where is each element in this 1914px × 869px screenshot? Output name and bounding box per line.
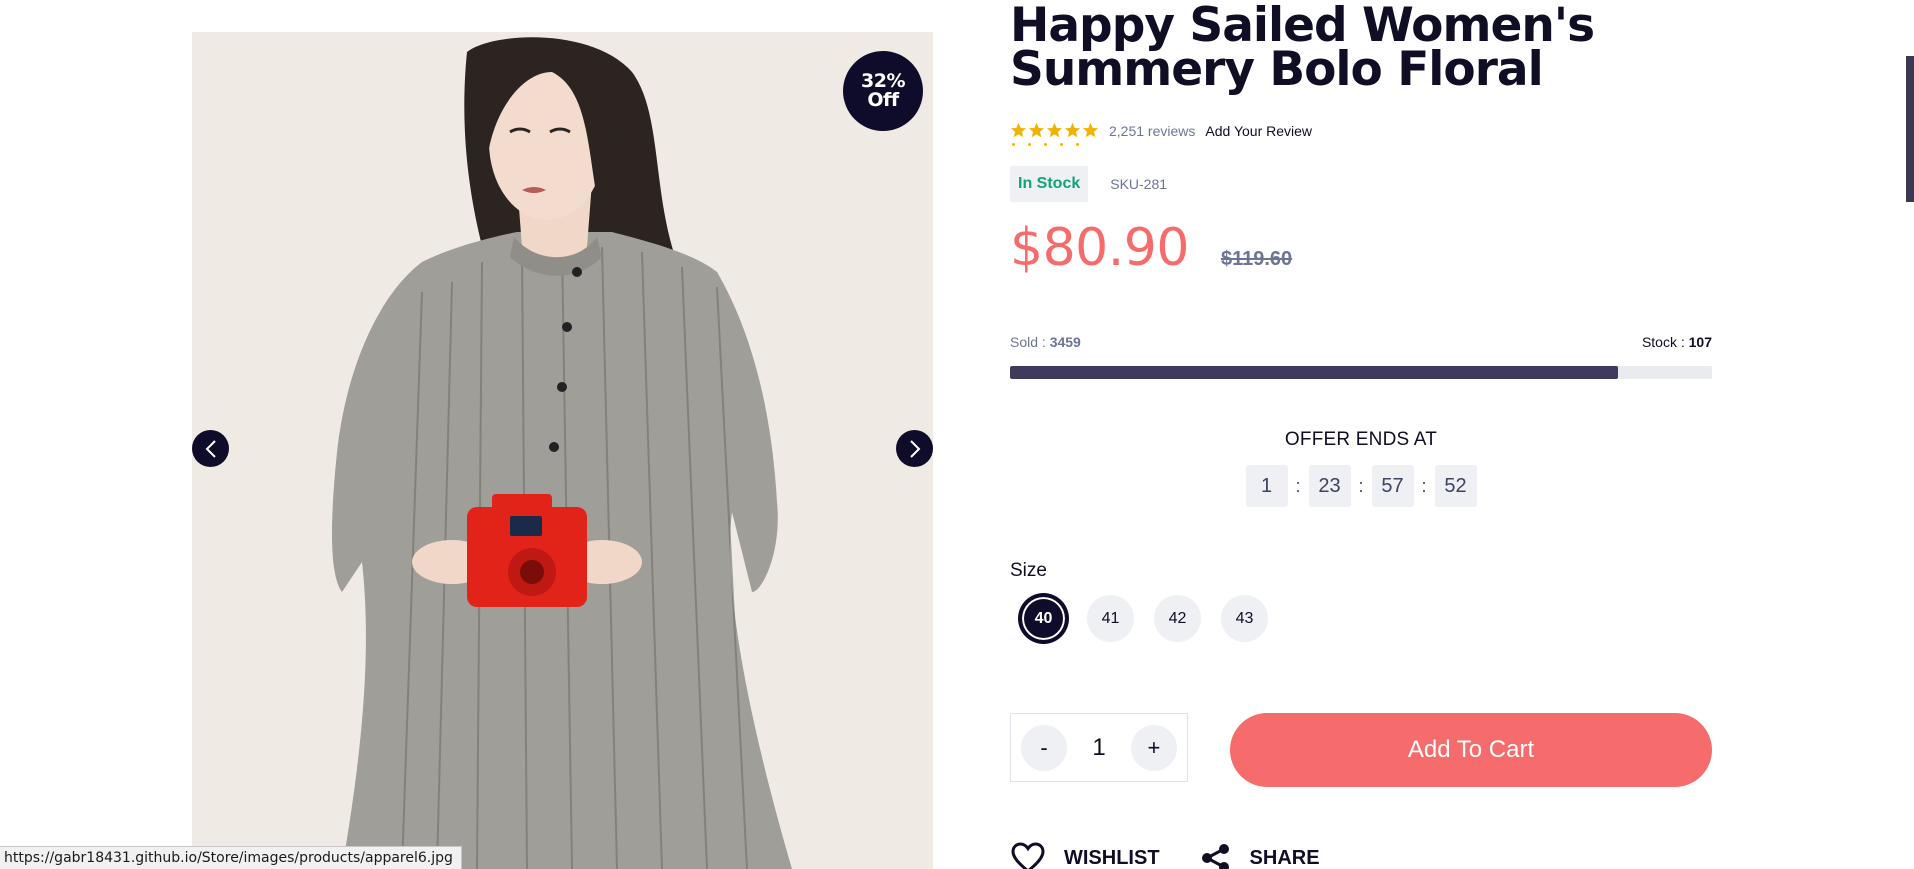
product-title: Happy Sailed Women's Summery Bolo Floral <box>1010 0 1595 97</box>
sku-label: SKU-281 <box>1110 176 1168 192</box>
gallery-next-button[interactable] <box>896 430 933 467</box>
size-option-41[interactable]: 41 <box>1087 595 1134 642</box>
size-option-42[interactable]: 42 <box>1154 595 1201 642</box>
quantity-increase-button[interactable]: + <box>1130 724 1177 771</box>
add-to-cart-button[interactable]: Add To Cart <box>1230 713 1712 787</box>
page-scrollbar[interactable] <box>1906 56 1914 202</box>
reviews-count[interactable]: 2,251 reviews <box>1109 123 1195 139</box>
stock-label: Stock : <box>1641 334 1685 350</box>
sold-stock-row: Sold : 3459 Stock : 107 <box>1010 334 1712 350</box>
star-icon <box>1046 122 1063 138</box>
size-options: 40 41 42 43 <box>1020 595 1268 642</box>
offer-ends-label: OFFER ENDS AT <box>1284 429 1438 450</box>
gallery-prev-button[interactable] <box>192 430 229 467</box>
stock-status-badge: In Stock <box>1010 166 1089 202</box>
chevron-left-icon <box>205 439 216 458</box>
star-icon <box>1028 122 1045 138</box>
heart-icon <box>1011 842 1045 869</box>
sold-value: 3459 <box>1049 334 1081 350</box>
discount-badge: 32% Off <box>843 51 923 131</box>
share-label: SHARE <box>1249 846 1320 869</box>
sold-label: Sold : <box>1010 334 1046 350</box>
chevron-right-icon <box>909 439 920 458</box>
product-page: 32% Off Happy Sailed Women's Summery Bol… <box>0 0 1914 869</box>
countdown-separator: : <box>1358 475 1364 496</box>
star-rating <box>1010 122 1099 146</box>
size-option-43[interactable]: 43 <box>1221 595 1268 642</box>
wishlist-button[interactable]: WISHLIST <box>1010 842 1160 869</box>
current-price: $80.90 <box>1010 218 1189 278</box>
sold-progress-fill <box>1010 366 1618 379</box>
product-photo <box>192 32 933 869</box>
wishlist-label: WISHLIST <box>1064 846 1160 869</box>
offer-countdown: 1 : 23 : 57 : 52 <box>1010 465 1712 507</box>
countdown-minutes: 57 <box>1371 465 1414 507</box>
star-icon <box>1010 122 1027 138</box>
star-dots <box>1012 143 1079 146</box>
discount-off: Off <box>867 89 899 111</box>
rating-row: 2,251 reviews Add Your Review <box>1010 122 1312 146</box>
size-option-40[interactable]: 40 <box>1020 595 1067 642</box>
product-actions: WISHLIST SHARE <box>1010 842 1320 869</box>
sold-info: Sold : 3459 <box>1010 334 1081 350</box>
size-label: Size <box>1010 560 1047 581</box>
product-gallery <box>192 32 933 869</box>
add-review-link[interactable]: Add Your Review <box>1205 123 1312 139</box>
star-icon <box>1082 122 1099 138</box>
countdown-separator: : <box>1295 475 1301 496</box>
sold-progress-bar <box>1010 366 1712 379</box>
quantity-value[interactable]: 1 <box>1092 734 1105 762</box>
countdown-hours: 23 <box>1308 465 1351 507</box>
quantity-stepper: - 1 + <box>1010 713 1188 782</box>
star-icon <box>1064 122 1081 138</box>
countdown-separator: : <box>1421 475 1427 496</box>
stock-row: In Stock SKU-281 <box>1010 166 1167 202</box>
price-row: $80.90 $119.60 <box>1010 218 1292 278</box>
old-price: $119.60 <box>1220 248 1293 270</box>
quantity-decrease-button[interactable]: - <box>1021 724 1067 771</box>
countdown-seconds: 52 <box>1434 465 1477 507</box>
share-icon <box>1201 844 1229 869</box>
stock-info: Stock : 107 <box>1642 334 1712 350</box>
countdown-days: 1 <box>1245 465 1288 507</box>
share-button[interactable]: SHARE <box>1200 843 1320 869</box>
stock-value: 107 <box>1688 334 1712 350</box>
browser-status-url: https://gabr18431.github.io/Store/images… <box>0 846 462 869</box>
